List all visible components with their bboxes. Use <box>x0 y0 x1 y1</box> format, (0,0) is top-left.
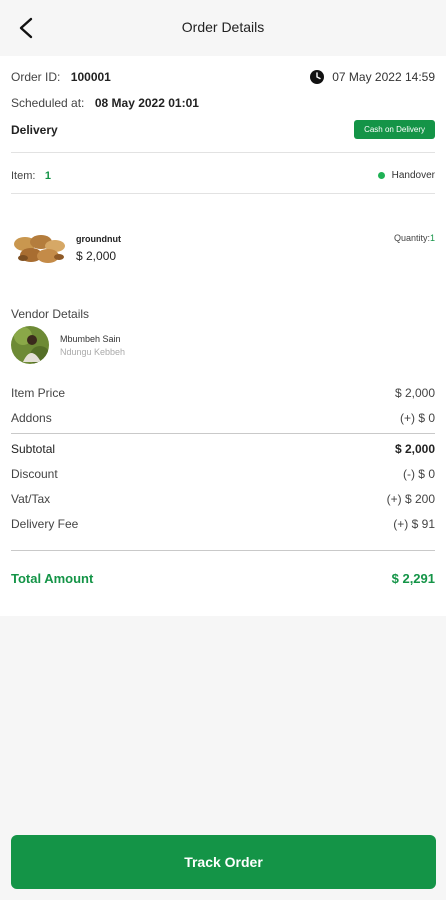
item-price-label: Item Price <box>11 386 66 400</box>
quantity-label: Quantity: <box>393 233 430 243</box>
vendor-row[interactable]: Mbumbeh Sain Ndungu Kebbeh <box>11 326 435 364</box>
track-order-button[interactable]: Track Order <box>11 835 436 889</box>
addons-row: Addons (+) $ 0 <box>11 411 435 425</box>
item-name: groundnut <box>76 233 121 244</box>
order-details-card: Order ID: 100001 07 May 2022 14:59 Sched… <box>0 56 446 616</box>
item-count-label: Item: <box>11 170 36 182</box>
item-price: $ 2,000 <box>76 248 117 263</box>
delivery-fee-label: Delivery Fee <box>11 517 79 531</box>
scheduled-label: Scheduled at: <box>11 96 85 110</box>
delivery-fee-row: Delivery Fee (+) $ 91 <box>11 517 435 531</box>
status-dot-icon <box>377 171 385 179</box>
vat-label: Vat/Tax <box>11 492 51 506</box>
delivery-fee-value: (+) $ 91 <box>393 517 435 531</box>
scheduled-row: Scheduled at: 08 May 2022 01:01 <box>11 94 435 112</box>
order-id-label: Order ID: <box>11 70 61 84</box>
clock-icon <box>310 70 325 84</box>
page-title: Order Details <box>181 19 265 35</box>
order-status: Handover <box>391 169 435 181</box>
addons-value: (+) $ 0 <box>399 411 435 425</box>
total-row: Total Amount $ 2,291 <box>11 571 435 586</box>
vendor-location: Ndungu Kebbeh <box>60 346 126 357</box>
groundnut-image <box>14 235 65 263</box>
total-amount-label: Total Amount <box>11 571 94 586</box>
order-date: 07 May 2022 14:59 <box>332 70 435 84</box>
discount-row: Discount (-) $ 0 <box>11 467 435 481</box>
subtotal-value: $ 2,000 <box>394 442 435 456</box>
total-amount-value: $ 2,291 <box>391 571 435 586</box>
items-summary-row: Item: 1 Handover <box>11 166 435 184</box>
vendor-section-header: Vendor Details <box>11 307 435 321</box>
vat-row: Vat/Tax (+) $ 200 <box>11 492 435 506</box>
quantity-value: 1 <box>429 233 435 243</box>
app-header: Order Details <box>0 0 446 56</box>
scheduled-value: 08 May 2022 01:01 <box>94 96 199 110</box>
subtotal-label: Subtotal <box>11 442 56 456</box>
item-price-row: Item Price $ 2,000 <box>11 386 435 400</box>
item-count-value: 1 <box>44 170 52 182</box>
item-row: groundnut $ 2,000 Quantity:1 <box>11 228 435 268</box>
vat-value: (+) $ 200 <box>386 492 435 506</box>
delivery-label: Delivery <box>11 122 58 137</box>
subtotal-row: Subtotal $ 2,000 <box>11 442 435 456</box>
order-id-row: Order ID: 100001 07 May 2022 14:59 <box>11 68 435 86</box>
delivery-row: Delivery Cash on Delivery <box>11 120 435 139</box>
divider <box>11 550 435 551</box>
divider <box>11 152 435 153</box>
addons-label: Addons <box>11 411 52 425</box>
order-id-value: 100001 <box>70 70 111 84</box>
discount-label: Discount <box>11 467 58 481</box>
payment-method-badge: Cash on Delivery <box>354 120 435 139</box>
vendor-name: Mbumbeh Sain <box>60 333 121 344</box>
divider <box>11 193 435 194</box>
vendor-section-title: Vendor Details <box>11 307 90 321</box>
vendor-avatar <box>11 326 49 364</box>
divider <box>11 433 435 434</box>
item-price-value: $ 2,000 <box>394 386 435 400</box>
discount-value: (-) $ 0 <box>402 467 435 481</box>
